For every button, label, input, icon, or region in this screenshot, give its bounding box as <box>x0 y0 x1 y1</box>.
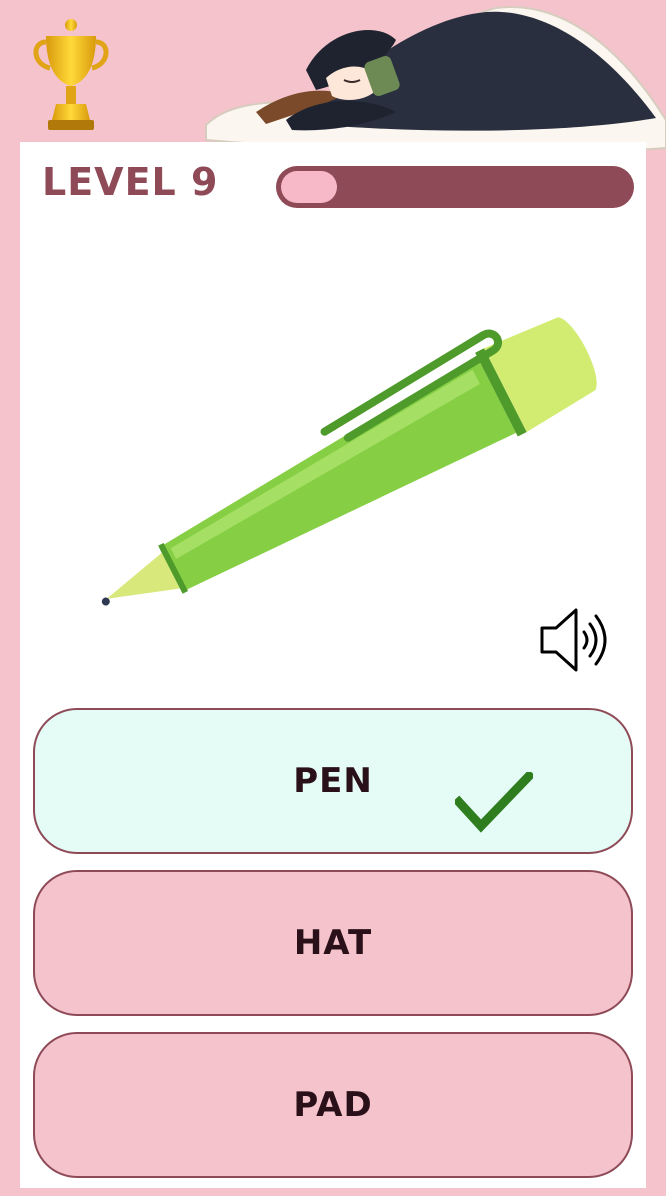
answer-option-label: HAT <box>293 923 373 963</box>
answer-option-pad[interactable]: PAD <box>33 1032 633 1178</box>
quiz-card: LEVEL 9 PEN HAT PAD <box>20 142 646 1188</box>
sleeping-girl-illustration <box>205 6 666 155</box>
trophy-icon[interactable] <box>28 16 114 136</box>
answer-option-label: PAD <box>293 1085 373 1125</box>
level-progress-fill <box>281 171 337 203</box>
header <box>0 0 666 160</box>
green-pen-illustration <box>101 317 597 606</box>
answer-option-hat[interactable]: HAT <box>33 870 633 1016</box>
level-progress-bar <box>276 166 634 208</box>
level-title: LEVEL 9 <box>42 160 219 204</box>
checkmark-icon <box>455 772 533 833</box>
answer-option-label: PEN <box>293 761 373 801</box>
speaker-icon[interactable] <box>536 600 616 680</box>
answer-option-pen[interactable]: PEN <box>33 708 633 854</box>
